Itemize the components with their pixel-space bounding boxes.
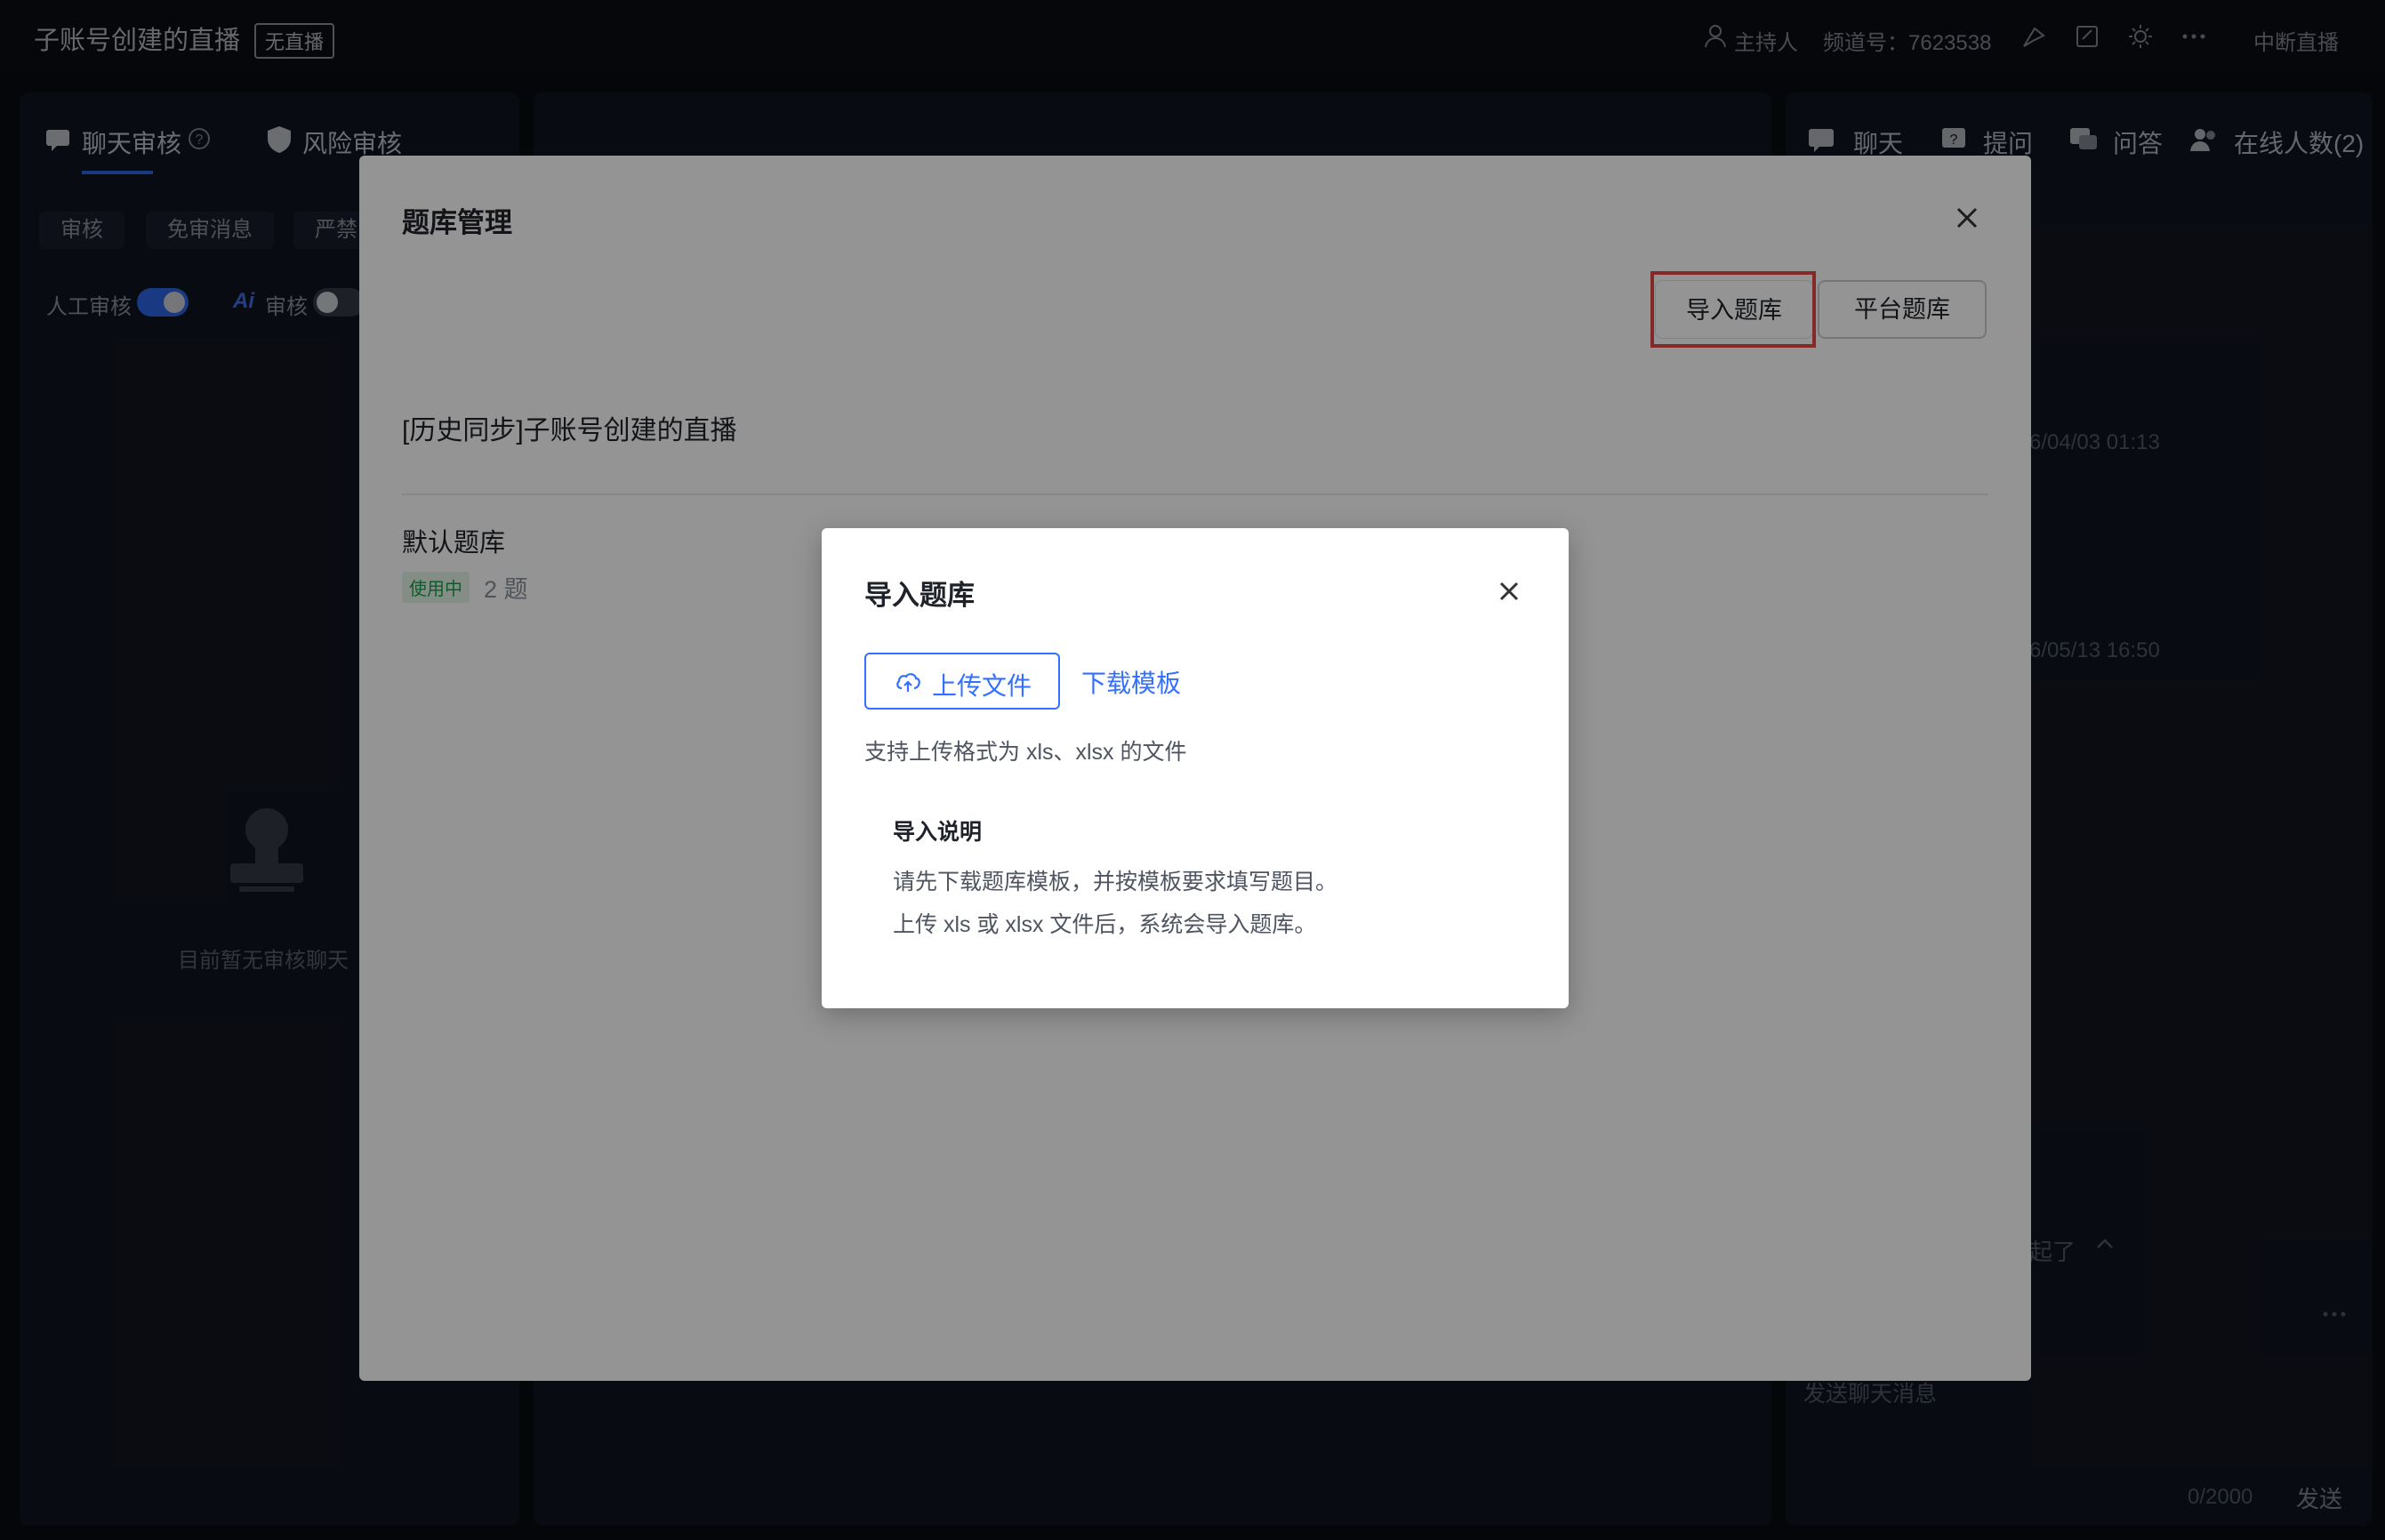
format-hint: 支持上传格式为 xls、xlsx 的文件 [864, 740, 1187, 765]
upload-button-label: 上传文件 [932, 672, 1032, 700]
import-dialog: 导入题库 上传文件 下载模板 支持上传格式为 xls、xlsx 的文件 导入说明… [822, 528, 1569, 1008]
cloud-upload-icon [895, 669, 921, 695]
download-template-link[interactable]: 下载模板 [1081, 664, 1181, 700]
dialog-title: 导入题库 [864, 580, 975, 611]
upload-file-button[interactable]: 上传文件 [864, 653, 1060, 710]
import-note: 上传 xls 或 xlsx 文件后，系统会导入题库。 [893, 912, 1317, 937]
import-notes-title: 导入说明 [893, 820, 983, 845]
close-icon[interactable] [1496, 578, 1522, 605]
import-note: 请先下载题库模板，并按模板要求填写题目。 [893, 870, 1338, 894]
